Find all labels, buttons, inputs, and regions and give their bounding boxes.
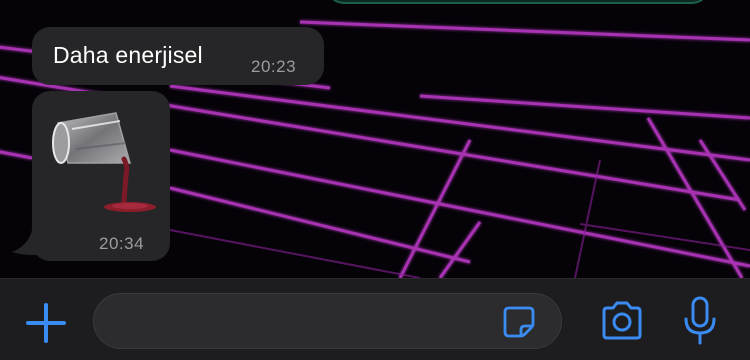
- camera-icon[interactable]: [598, 299, 646, 343]
- message-time: 20:23: [251, 57, 297, 76]
- sticker-icon[interactable]: [501, 304, 537, 340]
- microphone-icon[interactable]: [680, 295, 720, 347]
- message-time: 20:34: [99, 234, 145, 253]
- message-text: Daha enerjisel: [53, 42, 203, 68]
- received-message-bubble[interactable]: Daha enerjisel 20:23: [32, 27, 324, 85]
- message-input-field[interactable]: [93, 293, 562, 350]
- tipped-glass-sticker: [52, 112, 156, 212]
- sent-message-bubble[interactable]: [326, 0, 710, 4]
- received-sticker-bubble[interactable]: 20:34: [32, 91, 170, 261]
- message-input[interactable]: [112, 294, 496, 350]
- plus-icon[interactable]: [24, 301, 68, 345]
- message-composer: [0, 278, 750, 360]
